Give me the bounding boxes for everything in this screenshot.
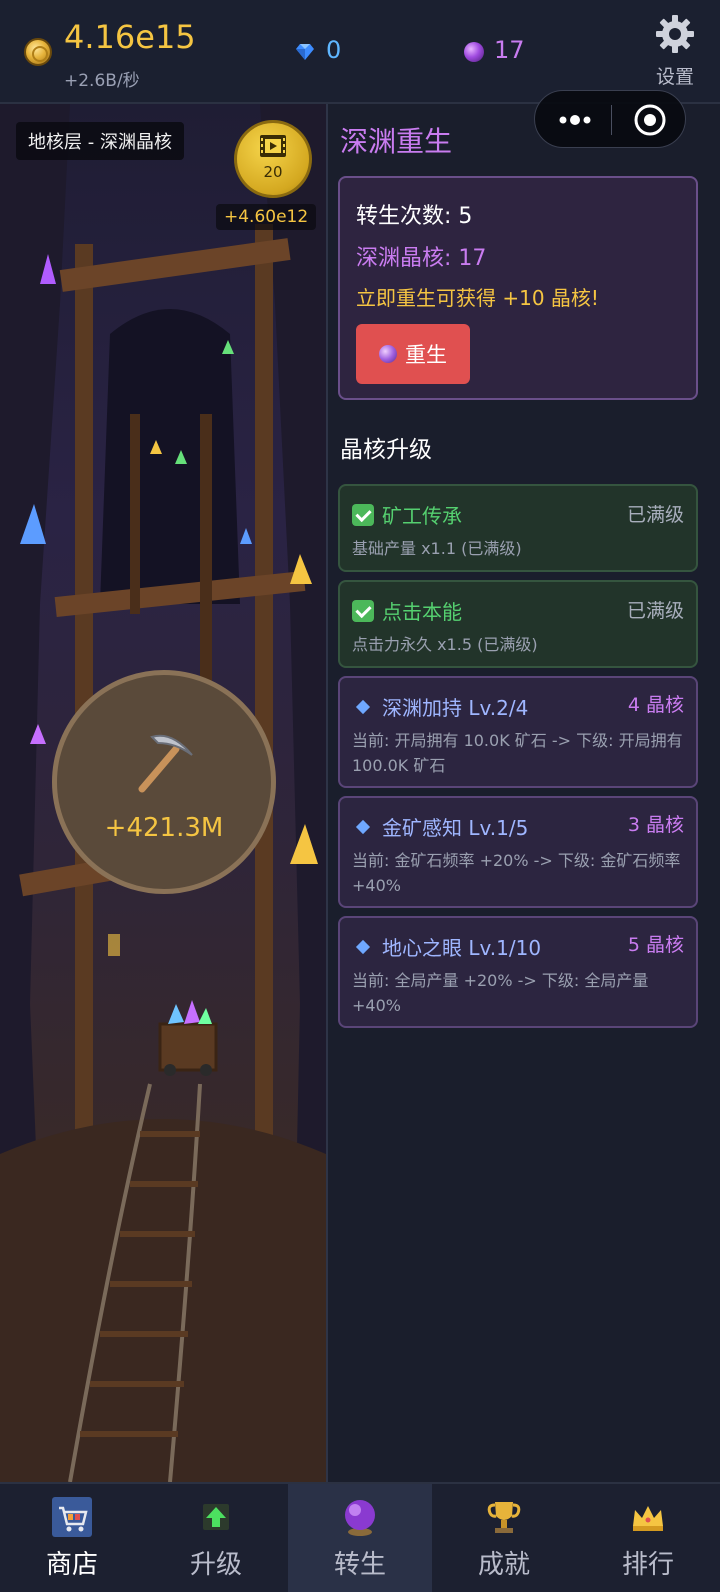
upgrade-status: 已满级 [626,600,684,622]
settings-label: 设置 [655,66,694,88]
upgrade-desc: 点击力永久 x1.5 (已满级) [352,635,538,654]
nav-label: 升级 [189,1550,242,1580]
diamond-bullet-icon [355,699,371,714]
crystal-ball-icon [379,345,397,363]
miniprogram-capsule [534,90,686,148]
upgrade-arrow-icon [203,1504,229,1530]
gold-coin-icon [24,38,52,66]
nav-tab-rebirth[interactable]: 转生 [288,1484,432,1592]
video-reward-button[interactable]: 20 [234,120,312,198]
upgrade-name: 深渊加持 Lv.2/4 [382,696,529,720]
upgrade-cost: 4 晶核 [627,694,684,716]
mine-scene: 地核层 - 深渊晶核 20 +4.60e12 +421.3M [0,104,326,1482]
upgrade-card-core-eye[interactable]: 地心之眼 Lv.1/10 5 晶核 当前: 全局产量 +20% -> 下级: 全… [338,916,698,1028]
core-upgrades-title: 晶核升级 [340,437,432,463]
top-bar: 4.16e15 +2.6B/秒 0 17 设置 [0,0,720,104]
rebirth-button[interactable]: 重生 [356,324,470,384]
upgrade-desc: 当前: 开局拥有 10.0K 矿石 -> 下级: 开局拥有 100.0K 矿石 [352,731,683,775]
upgrade-name: 金矿感知 Lv.1/5 [382,816,529,840]
diamond-bullet-icon [355,819,371,834]
trophy-icon [487,1502,521,1533]
gear-icon [656,15,694,53]
bottom-nav: 商店 升级 转生 成就 排行 [0,1482,720,1592]
upgrade-desc: 基础产量 x1.1 (已满级) [352,539,522,558]
capsule-separator [611,105,612,135]
settings-button[interactable]: 设置 [640,14,710,94]
abyss-core-count: 深渊晶核: 17 [356,246,487,271]
shop-cart-icon [52,1497,92,1537]
nav-label: 商店 [45,1550,98,1580]
rebirth-panel: 深渊重生 转生次数: 5 深渊晶核: 17 立即重生可获得 +10 晶核! 重生… [328,104,720,1482]
mine-click-button[interactable]: +421.3M [52,670,276,894]
upgrade-cost: 5 晶核 [627,934,684,956]
nav-tab-achievements[interactable]: 成就 [432,1484,576,1592]
upgrade-name: 点击本能 [382,600,462,624]
checkmark-icon [352,599,374,622]
upgrade-card-abyss-blessing[interactable]: 深渊加持 Lv.2/4 4 晶核 当前: 开局拥有 10.0K 矿石 -> 下级… [338,676,698,788]
rebirth-orb-icon [345,1500,375,1536]
checkmark-icon [352,503,374,526]
diamond-icon [296,44,314,60]
crystal-count: 17 [494,36,525,64]
mine-click-value: +421.3M [104,813,224,843]
video-reward-amount: +4.60e12 [216,204,317,230]
upgrade-cost: 3 晶核 [627,814,684,836]
video-count: 20 [263,163,283,181]
more-dots-icon[interactable] [555,109,595,131]
gold-amount: 4.16e15 [64,18,196,56]
rebirth-card: 转生次数: 5 深渊晶核: 17 立即重生可获得 +10 晶核! 重生 [338,176,698,400]
layer-label: 地核层 - 深渊晶核 [16,122,184,160]
rebirth-button-label: 重生 [405,344,447,367]
gold-rate: +2.6B/秒 [64,71,140,91]
pickaxe-icon [138,734,193,793]
nav-label: 排行 [621,1550,674,1580]
gem-count: 0 [326,36,342,64]
nav-label: 转生 [333,1550,386,1580]
upgrade-name: 矿工传承 [382,504,462,528]
upgrade-card-gold-sense[interactable]: 金矿感知 Lv.1/5 3 晶核 当前: 金矿石频率 +20% -> 下级: 金… [338,796,698,908]
crown-icon [633,1506,663,1531]
upgrade-card-click-instinct: 点击本能 已满级 点击力永久 x1.5 (已满级) [338,580,698,668]
diamond-bullet-icon [355,939,371,954]
crystal-orb-icon [464,42,484,62]
upgrade-desc: 当前: 金矿石频率 +20% -> 下级: 金矿石频率 +40% [352,851,681,895]
nav-tab-ranking[interactable]: 排行 [576,1484,720,1592]
upgrade-desc: 当前: 全局产量 +20% -> 下级: 全局产量 +40% [352,971,649,1015]
upgrade-name: 地心之眼 Lv.1/10 [382,936,542,960]
film-icon [260,135,286,157]
close-target-icon[interactable] [633,103,667,137]
upgrade-status: 已满级 [626,504,684,526]
nav-tab-upgrade[interactable]: 升级 [144,1484,288,1592]
panel-title: 深渊重生 [340,125,453,158]
nav-label: 成就 [477,1550,530,1580]
rebirth-count: 转生次数: 5 [356,204,473,229]
upgrade-card-miner-legacy: 矿工传承 已满级 基础产量 x1.1 (已满级) [338,484,698,572]
nav-tab-shop[interactable]: 商店 [0,1484,144,1592]
rebirth-gain-text: 立即重生可获得 +10 晶核! [356,286,599,310]
